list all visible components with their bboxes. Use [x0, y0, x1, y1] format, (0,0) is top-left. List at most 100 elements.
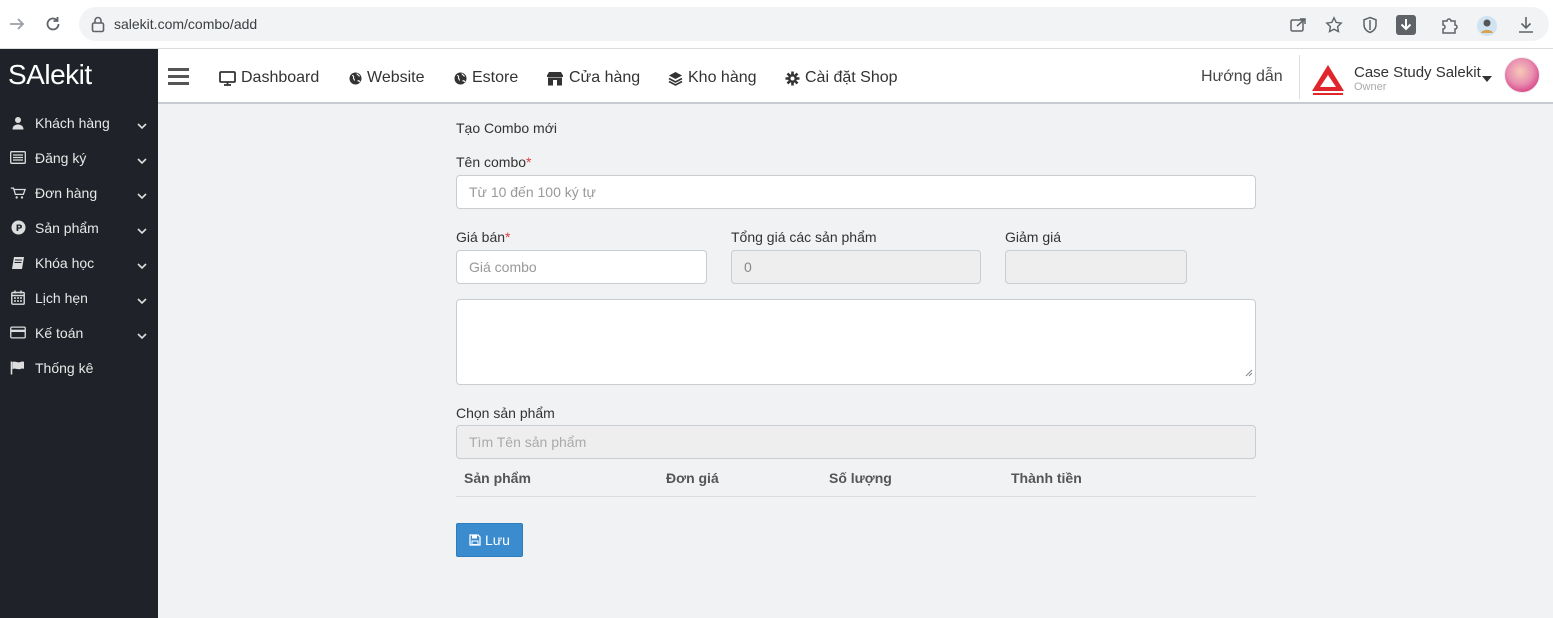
url-text: salekit.com/combo/add — [114, 16, 258, 32]
choose-product-label: Chọn sản phẩm — [456, 405, 555, 421]
discount-label: Giảm giá — [1005, 229, 1062, 245]
placeholder-text: Từ 10 đến 100 ký tự — [469, 184, 596, 200]
download-extension-icon[interactable] — [1396, 15, 1416, 35]
sidebar-item-label: Thống kê — [35, 359, 94, 376]
label-text: Giá bán — [456, 229, 506, 245]
sidebar-item-label: Sản phẩm — [35, 219, 99, 236]
store-icon — [546, 71, 564, 86]
nav-shop-settings[interactable]: Cài đặt Shop — [785, 69, 898, 87]
sidebar-item-customers[interactable]: Khách hàng — [0, 105, 158, 140]
column-unit-price: Đơn giá — [666, 470, 719, 486]
calendar-icon — [10, 290, 26, 306]
column-quantity: Số lượng — [829, 470, 892, 486]
chevron-down-icon — [137, 327, 147, 343]
nav-label: Kho hàng — [688, 69, 757, 86]
salekit-logo[interactable]: SAlekit — [8, 59, 92, 91]
user-avatar[interactable] — [1504, 57, 1540, 93]
product-icon: P — [10, 220, 26, 236]
required-mark: * — [505, 229, 511, 245]
nav-warehouse[interactable]: Kho hàng — [668, 69, 757, 87]
floppy-disk-icon — [469, 534, 481, 546]
forward-icon[interactable] — [5, 12, 29, 36]
total-price-input: 0 — [731, 250, 981, 284]
shop-brand-logo — [1310, 63, 1346, 102]
nav-label: Website — [367, 69, 425, 86]
chevron-down-icon — [137, 152, 147, 168]
save-button-label: Lưu — [485, 532, 510, 548]
nav-label: Cài đặt Shop — [805, 69, 898, 86]
required-mark: * — [526, 154, 532, 170]
gear-icon — [785, 71, 800, 86]
field-value: 0 — [744, 259, 752, 275]
top-header: Dashboard Website Estore Cửa hàng Kho hà… — [158, 49, 1553, 104]
sidebar: SAlekit Khách hàng Đăng ký Đơn hàng P Sả… — [0, 49, 158, 618]
shop-role: Owner — [1354, 81, 1387, 93]
caret-down-icon[interactable] — [1482, 69, 1492, 87]
chevron-down-icon — [137, 257, 147, 273]
svg-text:P: P — [15, 224, 22, 234]
chevron-down-icon — [137, 292, 147, 308]
sidebar-item-label: Khóa học — [35, 254, 95, 271]
sidebar-item-label: Lịch hẹn — [35, 289, 88, 306]
price-label: Giá bán* — [456, 229, 511, 245]
cart-icon — [10, 185, 26, 201]
nav-estore[interactable]: Estore — [454, 69, 518, 87]
shield-icon[interactable] — [1360, 15, 1380, 35]
nav-dashboard[interactable]: Dashboard — [219, 69, 319, 87]
header-divider — [1299, 55, 1300, 99]
resize-grip-icon[interactable] — [1245, 364, 1253, 382]
monitor-icon — [219, 70, 236, 86]
column-product: Sản phẩm — [464, 470, 531, 486]
puzzle-icon[interactable] — [1440, 15, 1460, 35]
nav-website[interactable]: Website — [349, 69, 425, 87]
lock-icon — [91, 15, 105, 38]
chevron-down-icon — [137, 117, 147, 133]
user-icon — [10, 115, 26, 131]
sidebar-item-orders[interactable]: Đơn hàng — [0, 175, 158, 210]
sidebar-item-registrations[interactable]: Đăng ký — [0, 140, 158, 175]
product-table-header: Sản phẩm Đơn giá Số lượng Thành tiền — [456, 460, 1256, 497]
chevron-down-icon — [137, 187, 147, 203]
menu-toggle-icon[interactable] — [168, 68, 189, 85]
sidebar-item-products[interactable]: P Sản phẩm — [0, 210, 158, 245]
description-textarea[interactable] — [456, 299, 1256, 385]
downloads-icon[interactable] — [1516, 15, 1536, 35]
share-icon[interactable] — [1288, 15, 1308, 35]
book-icon — [10, 255, 26, 271]
combo-name-label: Tên combo* — [456, 154, 532, 170]
address-bar[interactable]: salekit.com/combo/add — [79, 7, 1549, 41]
price-input[interactable]: Giá combo — [456, 250, 707, 284]
discount-input — [1005, 250, 1187, 284]
sidebar-item-accounting[interactable]: Kế toán — [0, 315, 158, 350]
sidebar-item-appointments[interactable]: Lịch hẹn — [0, 280, 158, 315]
shop-name[interactable]: Case Study Salekit — [1354, 64, 1481, 81]
list-icon — [10, 150, 26, 166]
layers-icon — [668, 71, 683, 86]
placeholder-text: Giá combo — [469, 259, 537, 275]
combo-name-input[interactable]: Từ 10 đến 100 ký tự — [456, 175, 1256, 209]
save-button[interactable]: Lưu — [456, 523, 523, 557]
nav-label: Dashboard — [241, 69, 320, 86]
sidebar-item-label: Đăng ký — [35, 149, 87, 166]
help-link[interactable]: Hướng dẫn — [1201, 68, 1283, 86]
reload-icon[interactable] — [41, 12, 65, 36]
sidebar-item-label: Kế toán — [35, 324, 84, 341]
nav-label: Estore — [472, 69, 519, 86]
flag-icon — [10, 360, 26, 376]
credit-card-icon — [10, 325, 26, 341]
bookmark-star-icon[interactable] — [1324, 15, 1344, 35]
column-total: Thành tiền — [1011, 470, 1082, 486]
total-price-label: Tổng giá các sản phẩm — [731, 229, 877, 245]
placeholder-text: Tìm Tên sản phẩm — [469, 434, 587, 450]
sidebar-item-label: Khách hàng — [35, 114, 110, 131]
nav-store[interactable]: Cửa hàng — [546, 69, 640, 87]
sidebar-item-label: Đơn hàng — [35, 184, 98, 201]
product-search-input[interactable]: Tìm Tên sản phẩm — [456, 425, 1256, 459]
profile-avatar-icon[interactable] — [1476, 15, 1497, 36]
sidebar-item-statistics[interactable]: Thống kê — [0, 350, 158, 385]
label-text: Tên combo — [456, 154, 527, 170]
globe-icon — [454, 72, 467, 85]
sidebar-item-courses[interactable]: Khóa học — [0, 245, 158, 280]
globe-icon — [349, 72, 362, 85]
page-title: Tạo Combo mới — [456, 120, 557, 136]
